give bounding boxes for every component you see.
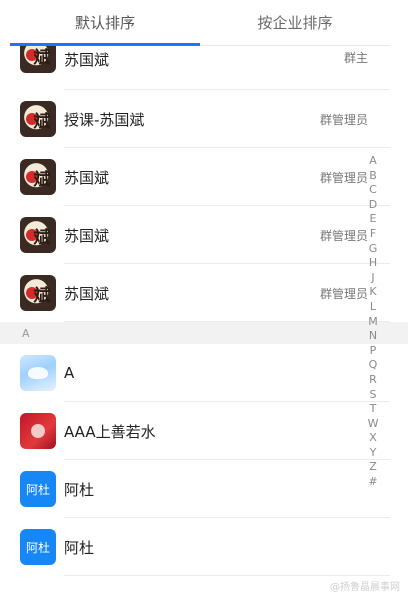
member-name: 苏国斌 — [64, 51, 110, 69]
section-header-a: A — [0, 322, 408, 344]
index-letter[interactable]: Y — [370, 446, 377, 461]
index-letter[interactable]: D — [369, 198, 377, 213]
index-letter[interactable]: R — [369, 373, 377, 388]
sort-tabs: 默认排序 按企业排序 — [10, 0, 390, 46]
watermark: @扬鲁晶晨事网 — [330, 582, 400, 593]
index-letter[interactable]: H — [369, 256, 377, 271]
member-row[interactable]: 阿杜 阿杜 — [0, 518, 408, 576]
member-role: 群管理员 — [319, 228, 368, 243]
index-letter[interactable]: Q — [369, 358, 378, 373]
member-role: 群管理员 — [319, 286, 368, 301]
index-letter[interactable]: A — [369, 154, 377, 169]
index-letter[interactable]: B — [369, 169, 377, 184]
member-role: 群管理员 — [319, 170, 368, 185]
index-letter[interactable]: C — [369, 183, 377, 198]
avatar — [20, 355, 56, 391]
index-letter[interactable]: S — [370, 388, 377, 403]
member-name: A — [64, 364, 75, 382]
index-letter[interactable]: X — [369, 431, 377, 446]
index-letter[interactable]: # — [368, 475, 377, 490]
alphabet-index[interactable]: A B C D E F G H J K L M N P Q R S T W X … — [368, 154, 379, 490]
bird-image-icon — [28, 367, 48, 379]
member-row[interactable]: 阿杜 阿杜 — [0, 460, 408, 518]
avatar: 阿杜 — [20, 529, 56, 565]
member-row[interactable]: 斌 苏国斌 群管理员 — [0, 148, 408, 206]
tab-default-sort[interactable]: 默认排序 — [10, 0, 200, 46]
avatar: 斌 — [20, 46, 56, 73]
lantern-image-icon — [31, 424, 45, 438]
index-letter[interactable]: M — [368, 315, 378, 330]
member-row[interactable]: 斌 苏国斌 群管理员 — [0, 206, 408, 264]
index-letter[interactable]: Z — [369, 460, 377, 475]
member-name: 苏国斌 — [64, 168, 110, 187]
avatar: 斌 — [20, 217, 56, 253]
member-name: 阿杜 — [64, 480, 95, 499]
index-letter[interactable]: N — [369, 329, 377, 344]
index-letter[interactable]: T — [370, 402, 377, 417]
avatar — [20, 413, 56, 449]
member-list: 斌 苏国斌 群主 斌 授课-苏国斌 群管理员 斌 苏国斌 群管理员 斌 苏国斌 … — [0, 46, 408, 600]
member-row[interactable]: 斌 授课-苏国斌 群管理员 — [0, 90, 408, 148]
member-row[interactable]: AAA上善若水 — [0, 402, 408, 460]
member-row[interactable]: 斌 苏国斌 群主 — [0, 46, 408, 90]
index-letter[interactable]: J — [371, 271, 374, 286]
avatar: 斌 — [20, 101, 56, 137]
tab-sort-by-company[interactable]: 按企业排序 — [200, 0, 390, 45]
index-letter[interactable]: K — [369, 285, 376, 300]
avatar: 斌 — [20, 159, 56, 195]
index-letter[interactable]: E — [370, 212, 377, 227]
member-role: 群管理员 — [319, 112, 368, 127]
member-name: 苏国斌 — [64, 226, 110, 245]
index-letter[interactable]: F — [370, 227, 376, 242]
member-name: 阿杜 — [64, 538, 95, 557]
index-letter[interactable]: G — [369, 242, 378, 257]
avatar: 阿杜 — [20, 471, 56, 507]
member-name: 苏国斌 — [64, 284, 110, 303]
index-letter[interactable]: W — [368, 417, 379, 432]
member-row[interactable]: A — [0, 344, 408, 402]
member-name: AAA上善若水 — [64, 422, 156, 441]
index-letter[interactable]: P — [370, 344, 377, 359]
avatar: 斌 — [20, 275, 56, 311]
index-letter[interactable]: L — [370, 300, 376, 315]
member-role: 群主 — [343, 51, 368, 65]
member-name: 授课-苏国斌 — [64, 110, 145, 129]
member-row[interactable]: 斌 苏国斌 群管理员 — [0, 264, 408, 322]
